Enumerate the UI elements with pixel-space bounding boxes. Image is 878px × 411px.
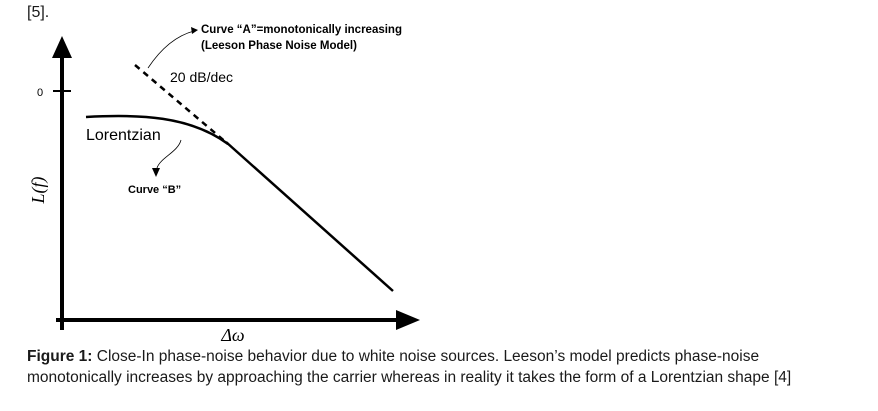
curve-b-leader <box>156 139 182 169</box>
phase-noise-figure: 0 Curve “A”=monotonically increasing (Le… <box>28 24 420 345</box>
curve-a-leader <box>147 30 195 69</box>
curve-a-label-line2: (Leeson Phase Noise Model) <box>201 40 357 52</box>
x-axis-arrowhead <box>396 310 420 330</box>
curve-a-leader-arrowhead <box>191 27 198 34</box>
slope-label: 20 dB/dec <box>170 69 233 85</box>
x-axis-label: Δω <box>220 325 244 345</box>
curve-b-label: Curve “B” <box>128 184 181 196</box>
figure-caption: Figure 1: Close-In phase-noise behavior … <box>27 346 837 388</box>
slope-line <box>225 141 394 292</box>
caption-label: Figure 1: <box>27 348 93 365</box>
y-axis-arrowhead <box>52 36 72 58</box>
y-tick-zero-label: 0 <box>37 87 43 99</box>
y-axis-label: L(f) <box>28 176 49 204</box>
curve-b-leader-arrowhead <box>152 168 160 177</box>
caption-text: Close-In phase-noise behavior due to whi… <box>27 348 792 386</box>
lorentzian-label: Lorentzian <box>86 127 161 144</box>
curve-a-label-line1: Curve “A”=monotonically increasing <box>201 24 402 36</box>
